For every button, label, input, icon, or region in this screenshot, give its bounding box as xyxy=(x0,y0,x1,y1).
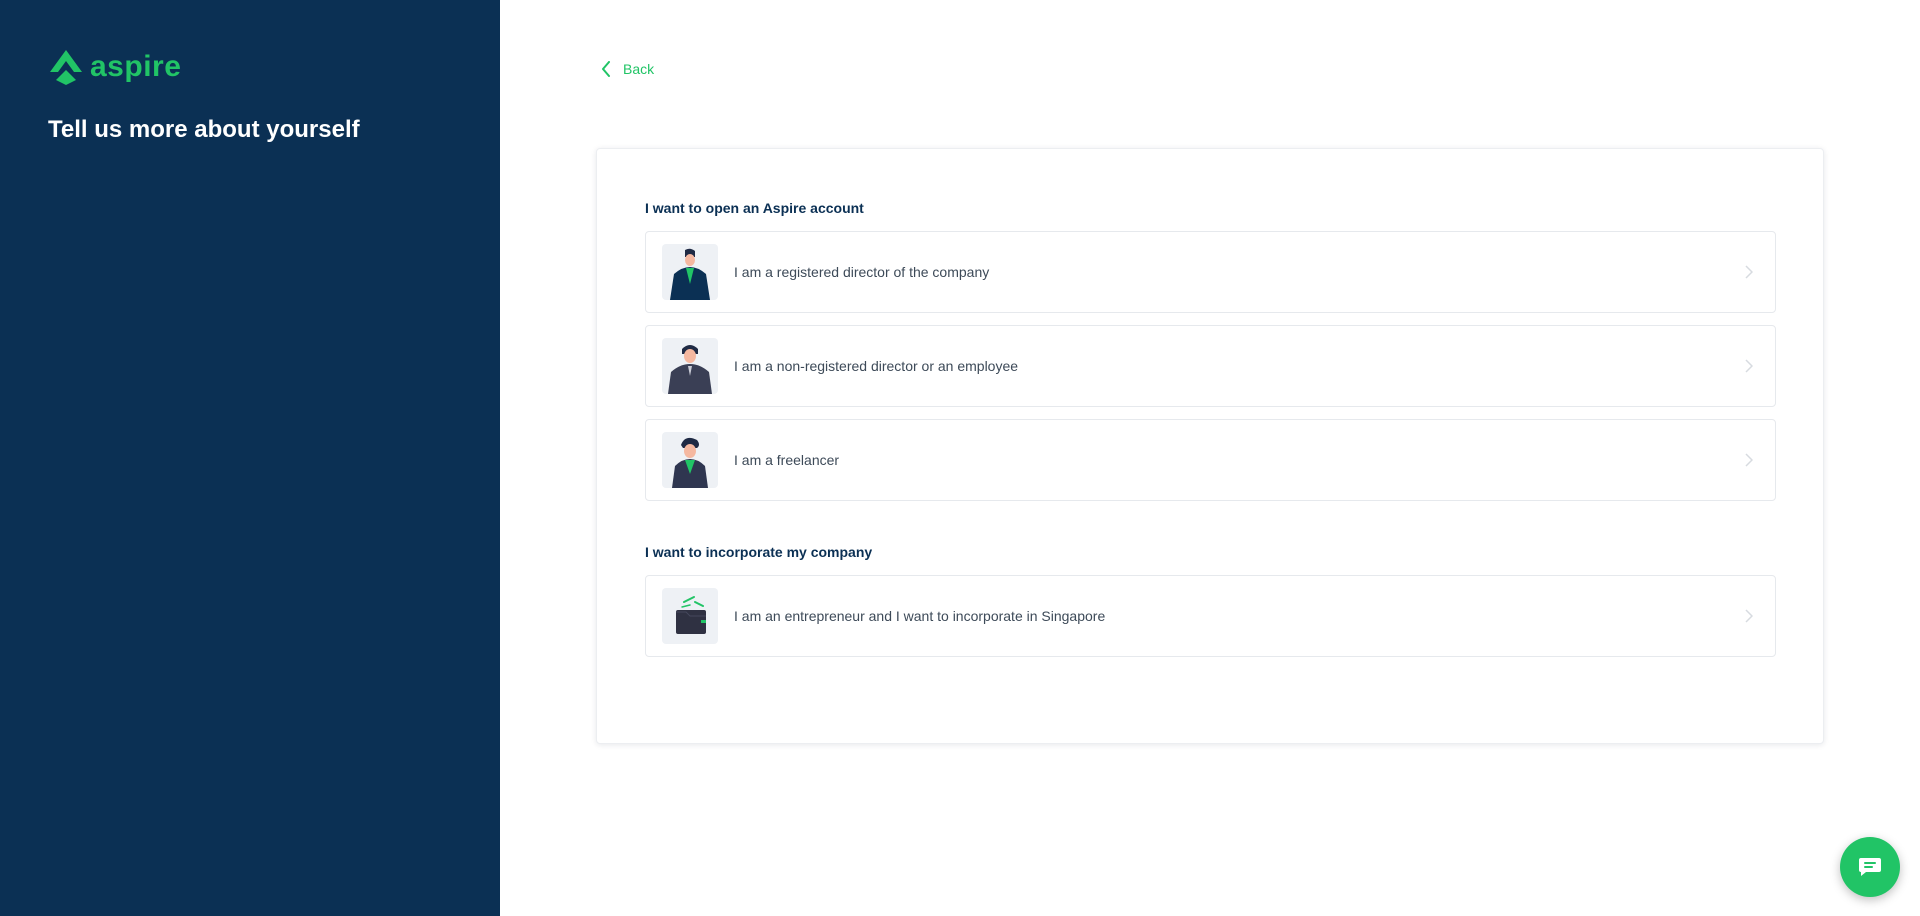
logo-wordmark: aspire xyxy=(90,50,182,83)
page-title: Tell us more about yourself xyxy=(48,116,360,143)
option-non-registered-director[interactable]: I am a non-registered director or an emp… xyxy=(645,325,1776,407)
back-button[interactable]: Back xyxy=(601,61,654,77)
option-freelancer[interactable]: I am a freelancer xyxy=(645,419,1776,501)
aspire-logo[interactable]: aspire xyxy=(48,48,181,86)
open-account-heading: I want to open an Aspire account xyxy=(645,200,864,216)
incorporate-heading: I want to incorporate my company xyxy=(645,544,873,560)
option-registered-director[interactable]: I am a registered director of the compan… xyxy=(645,231,1776,313)
chevron-right-icon xyxy=(1745,265,1753,279)
chevron-right-icon xyxy=(1745,359,1753,373)
chat-button[interactable] xyxy=(1840,837,1900,897)
back-label: Back xyxy=(623,61,655,77)
chevron-right-icon xyxy=(1745,609,1753,623)
account-type-card: I want to open an Aspire account I am a … xyxy=(596,148,1824,744)
option-label: I am a non-registered director or an emp… xyxy=(734,358,1019,374)
chat-icon xyxy=(1859,858,1881,876)
registered-director-avatar-icon xyxy=(662,244,718,300)
chevron-left-icon xyxy=(602,61,610,77)
employee-avatar-icon xyxy=(662,338,718,394)
option-label: I am a freelancer xyxy=(734,452,840,468)
incorporate-wallet-icon xyxy=(662,588,718,644)
option-entrepreneur[interactable]: I am an entrepreneur and I want to incor… xyxy=(645,575,1776,657)
sidebar: aspire Tell us more about yourself xyxy=(0,0,500,916)
chevron-right-icon xyxy=(1745,453,1753,467)
freelancer-avatar-icon xyxy=(662,432,718,488)
aspire-logo-icon xyxy=(50,50,82,85)
option-label: I am a registered director of the compan… xyxy=(734,264,990,280)
option-label: I am an entrepreneur and I want to incor… xyxy=(734,608,1106,624)
